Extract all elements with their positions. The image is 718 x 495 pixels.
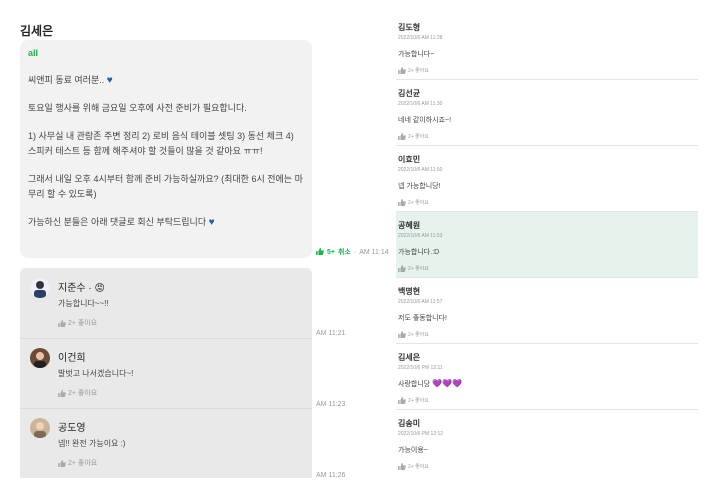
list-item[interactable]: 김선균 2022/10/6 AM 11:30 네네 같이하시죠~! 2+ 좋아요 [396, 80, 698, 146]
comment-date: 2022/10/6 AM 11:50 [398, 167, 443, 173]
post-time: AM 11:14 [359, 248, 389, 256]
post-line-5: 가능하신 분들은 아래 댓글로 회신 부탁드립니다 [28, 217, 207, 227]
reply-time: AM 11:21 [316, 330, 346, 337]
reply-like[interactable]: 2+ 좋아요 [58, 458, 97, 468]
reply-text: 발벗고 나서겠습니다~! [58, 369, 134, 378]
post-line-4: 그래서 내일 오후 4시부터 함께 준비 가능하실까요? (최대한 6시 전에는… [28, 174, 303, 199]
post-reaction-row: 5+ 취소 · AM 11:14 [316, 247, 389, 257]
like-label: 2+ 좋아요 [408, 398, 429, 404]
thread-reply[interactable]: 지준수 · 😡 가능합니다~~!! 2+ 좋아요 [20, 268, 312, 339]
comment-text: 네네 같이하시죠~! [398, 117, 452, 124]
comment-author: 김세은 [398, 353, 421, 362]
comment-author: 이효민 [398, 155, 421, 164]
reply-author: 이건희 [58, 353, 86, 364]
blue-heart-icon: ♥ [106, 75, 113, 86]
comment-text: 가능이용~ [398, 447, 428, 454]
like-label: 2+ 좋아요 [408, 200, 429, 206]
post-author: 김세은 [20, 24, 54, 38]
like-label: 2+ 좋아요 [408, 68, 429, 74]
like-label: 2+ 좋아요 [68, 460, 98, 467]
comment-text: 가능합니다~ [398, 51, 435, 58]
comment-text: 사랑합니당 💜💜💜 [398, 379, 696, 389]
list-item[interactable]: 김세은 2022/10/6 PM 12:11 사랑합니당 💜💜💜 2+ 좋아요 [396, 344, 698, 410]
like-label: 2+ 좋아요 [408, 332, 429, 338]
purple-heart-icon: 💜💜💜 [432, 379, 463, 388]
avatar[interactable] [30, 418, 50, 438]
reaction-cancel[interactable]: 취소 [338, 247, 351, 257]
like-label: 2+ 좋아요 [68, 390, 98, 397]
comment-like[interactable]: 2+ 좋아요 [398, 265, 696, 272]
reply-author: 공도영 [58, 423, 86, 434]
avatar[interactable] [30, 348, 50, 368]
comment-date: 2022/10/6 PM 12:11 [398, 365, 443, 371]
reply-text: 가능합니다~~!! [58, 299, 109, 308]
comment-author: 김송미 [398, 419, 421, 428]
mention-tag[interactable]: all [28, 46, 304, 61]
comment-date: 2022/10/6 PM 12:12 [398, 431, 444, 437]
post-line-2: 토요일 행사를 위해 금요일 오후에 사전 준비가 필요합니다. [28, 103, 247, 113]
thread-panel: 지준수 · 😡 가능합니다~~!! 2+ 좋아요 이건희 발벗고 나서겠습니다~… [20, 268, 312, 478]
thread-reply[interactable]: 공도영 넵!! 완전 가능이요 :) 2+ 좋아요 [20, 408, 312, 478]
reply-text: 넵!! 완전 가능이요 :) [58, 439, 126, 448]
comment-date: 2022/10/6 AM 11:57 [398, 299, 443, 305]
like-label: 2+ 좋아요 [68, 320, 98, 327]
comment-date: 2022/10/6 AM 11:53 [398, 233, 443, 239]
list-item[interactable]: 백명현 2022/10/6 AM 11:57 저도 좋동합니다! 2+ 좋아요 [396, 278, 698, 344]
list-item[interactable]: 이효민 2022/10/6 AM 11:50 넵 가능합니당! 2+ 좋아요 [396, 146, 698, 212]
comment-like[interactable]: 2+ 좋아요 [398, 463, 696, 470]
like-label: 2+ 좋아요 [408, 266, 429, 272]
reaction-separator: · [353, 248, 357, 256]
comment-like[interactable]: 2+ 좋아요 [398, 133, 696, 140]
post-line-3: 1) 사무실 내 관람존 주변 정리 2) 로비 음식 테이블 셋팅 3) 동선… [28, 131, 294, 156]
comment-author: 김도형 [398, 23, 421, 32]
reply-like[interactable]: 2+ 좋아요 [58, 388, 97, 398]
comment-date: 2022/10/6 AM 11:28 [398, 35, 443, 41]
comment-text-value: 사랑합니당 [398, 381, 431, 388]
comment-text: 넵 가능합니당! [398, 183, 441, 190]
comment-like[interactable]: 2+ 좋아요 [398, 67, 696, 74]
comment-text: 저도 좋동합니다! [398, 315, 447, 322]
reply-time: AM 11:23 [316, 401, 346, 408]
reply-author: 지준수 · 😡 [58, 283, 105, 294]
comment-author: 김선균 [398, 89, 421, 98]
blue-heart-icon: ♥ [208, 217, 215, 228]
reply-like[interactable]: 2+ 좋아요 [58, 318, 97, 328]
post-bubble: all 씨앤피 동료 여러분.. ♥ 토요일 행사를 위해 금요일 오후에 사전… [20, 40, 312, 258]
comment-date: 2022/10/6 AM 11:30 [398, 101, 443, 107]
comment-author: 공혜원 [398, 221, 421, 230]
list-item[interactable]: 김송미 2022/10/6 PM 12:12 가능이용~ 2+ 좋아요 [396, 410, 698, 476]
thread-reply[interactable]: 이건희 발벗고 나서겠습니다~! 2+ 좋아요 [20, 338, 312, 409]
reaction-count[interactable]: 5+ [327, 249, 335, 256]
reply-time: AM 11:26 [316, 472, 346, 479]
like-label: 2+ 좋아요 [408, 464, 429, 470]
comment-like[interactable]: 2+ 좋아요 [398, 199, 696, 206]
like-label: 2+ 좋아요 [408, 134, 429, 140]
post-line-1: 씨앤피 동료 여러분.. [28, 75, 105, 85]
list-item[interactable]: 김도형 2022/10/6 AM 11:28 가능합니다~ 2+ 좋아요 [396, 14, 698, 80]
avatar[interactable] [30, 278, 50, 298]
thumbs-up-icon[interactable] [316, 248, 324, 256]
comment-like[interactable]: 2+ 좋아요 [398, 397, 696, 404]
comment-text: 가능합니다.:D [398, 249, 440, 256]
list-item[interactable]: 공혜원 2022/10/6 AM 11:53 가능합니다.:D 2+ 좋아요 [396, 212, 698, 278]
comment-author: 백명현 [398, 287, 421, 296]
comment-like[interactable]: 2+ 좋아요 [398, 331, 696, 338]
